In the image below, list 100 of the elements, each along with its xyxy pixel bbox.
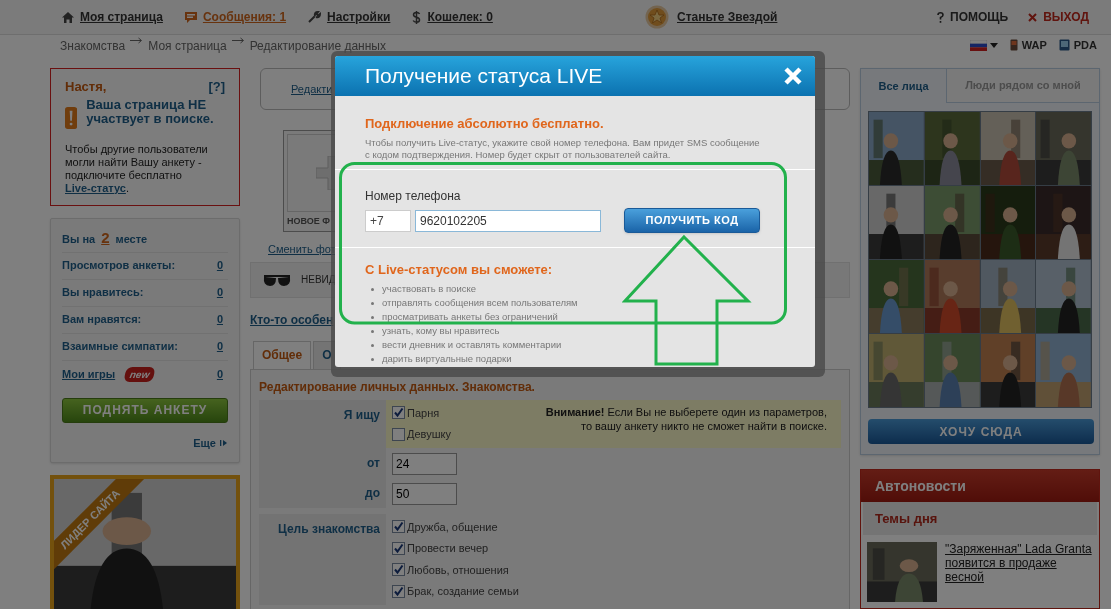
help-link[interactable]: [?] bbox=[208, 77, 225, 97]
option-label: Парня bbox=[407, 405, 440, 421]
special-link[interactable]: Кто-то особен bbox=[250, 310, 334, 329]
checkbox[interactable] bbox=[392, 541, 405, 555]
bullet-icon bbox=[371, 358, 374, 361]
home-icon bbox=[62, 11, 74, 23]
tab[interactable]: Все лица bbox=[861, 69, 946, 103]
feature-item: узнать, кому вы нравитесь bbox=[382, 324, 500, 339]
arrow-icon bbox=[130, 37, 144, 44]
breadcrumb-link[interactable]: Редактирование данных bbox=[249, 37, 386, 55]
news-subtitle: Темы дня bbox=[875, 509, 938, 528]
help-icon bbox=[937, 11, 944, 23]
stat-label: Просмотров анкеты: bbox=[62, 258, 176, 274]
nav-link[interactable]: Сообщения: 1 bbox=[202, 8, 287, 26]
alert-headline: Ваша страница НЕ участвует в поиске. bbox=[86, 97, 215, 128]
checkbox[interactable] bbox=[392, 427, 405, 441]
nav-link[interactable]: Кошелек: 0 bbox=[427, 8, 493, 26]
breadcrumb-link[interactable]: Моя страница bbox=[148, 37, 227, 55]
phone-field[interactable]: 9620102205 bbox=[415, 209, 601, 232]
dollar-icon bbox=[412, 10, 422, 24]
feature-item: просматривать анкеты без ограничений bbox=[382, 310, 558, 325]
place-link[interactable]: 2 bbox=[101, 226, 110, 249]
news-title: Автоновости bbox=[875, 476, 966, 496]
rating-text: месте bbox=[115, 231, 148, 247]
form-heading: Редактирование личных данных. Знакомства. bbox=[259, 378, 536, 396]
live-status-link[interactable]: Live-статус bbox=[65, 181, 126, 194]
change-photo-link[interactable]: Сменить фот bbox=[268, 241, 336, 258]
photo-caption: НОВОЕ Ф bbox=[287, 214, 330, 228]
nav-link[interactable]: Моя страница bbox=[80, 8, 163, 26]
stat-label: Взаимные симпатии: bbox=[62, 339, 178, 355]
more-icon bbox=[220, 438, 228, 447]
features-title: С Live-статусом вы сможете: bbox=[365, 261, 554, 279]
stat-value[interactable]: 0 bbox=[216, 311, 223, 328]
stat-value[interactable]: 0 bbox=[216, 257, 223, 274]
checkbox[interactable] bbox=[392, 520, 405, 534]
star-link[interactable]: Станьте Звездой bbox=[677, 8, 778, 26]
feature-item: вести дневник и оставлять комментарии bbox=[382, 338, 562, 353]
field-label: от bbox=[367, 455, 380, 470]
age-field[interactable]: 50 bbox=[392, 482, 457, 505]
bullet-icon bbox=[371, 344, 374, 347]
modal-intro: Чтобы получить Live-статус, укажите свой номер телефона. Вам придет SMS сообщение с кодом подтверждения. Номер будет скрыт от пользователей сайта. bbox=[365, 136, 761, 161]
more-link[interactable]: Еще bbox=[193, 434, 216, 451]
close-icon[interactable] bbox=[783, 66, 803, 86]
edit-link[interactable]: Редакти bbox=[291, 80, 333, 98]
bullet-icon bbox=[371, 316, 374, 319]
join-button[interactable]: ХОЧУ СЮДА bbox=[868, 419, 1094, 444]
message-icon bbox=[184, 11, 197, 23]
wrench-icon bbox=[308, 11, 322, 23]
option-label: Девушку bbox=[407, 427, 451, 442]
flag-icon bbox=[969, 39, 987, 51]
caret-icon bbox=[989, 42, 998, 48]
option-label: Брак, создание семьи bbox=[407, 584, 519, 599]
stat-link[interactable]: Мои игры bbox=[62, 365, 116, 383]
version-link[interactable]: WAP bbox=[1021, 37, 1047, 54]
star-icon bbox=[645, 5, 669, 29]
phone-label: Номер телефона bbox=[365, 188, 462, 205]
breadcrumb-link[interactable]: Знакомства bbox=[60, 37, 126, 55]
arrow-icon bbox=[231, 37, 245, 44]
stat-value[interactable]: 0 bbox=[216, 284, 223, 301]
stat-label: Вы нравитесь: bbox=[62, 285, 144, 301]
bullet-icon bbox=[371, 288, 374, 291]
alert-text: Чтобы другие пользователи могли найти Вашу анкету - подключите бесплатно Live-статус. bbox=[65, 142, 209, 195]
nav-link[interactable]: Настройки bbox=[327, 8, 391, 26]
checkbox[interactable] bbox=[392, 584, 405, 598]
modal-headline: Подключение абсолютно бесплатно. bbox=[365, 115, 605, 133]
invisible-label: НЕВИД bbox=[301, 273, 336, 287]
glasses-icon bbox=[263, 273, 291, 286]
option-label: Провести вечер bbox=[407, 541, 489, 556]
phone-icon bbox=[1009, 39, 1018, 52]
logout-link[interactable]: ВЫХОД bbox=[1043, 8, 1089, 26]
warning-note: Внимание! Если Вы не выберете один из параметров, то вашу анкету никто не сможет найти в поиске. bbox=[544, 404, 828, 434]
feature-item: дарить виртуальные подарки bbox=[382, 352, 512, 367]
version-link[interactable]: PDA bbox=[1073, 37, 1097, 54]
checkbox[interactable] bbox=[392, 406, 405, 420]
help-link[interactable]: ПОМОЩЬ bbox=[950, 8, 1009, 26]
age-field[interactable]: 24 bbox=[392, 452, 457, 475]
get-code-button[interactable]: ПОЛУЧИТЬ КОД bbox=[624, 208, 760, 233]
option-label: Любовь, отношения bbox=[407, 562, 509, 578]
stat-value[interactable]: 0 bbox=[216, 338, 223, 355]
checkbox[interactable] bbox=[392, 563, 405, 577]
greeting: Настя, bbox=[65, 78, 107, 96]
country-code-field[interactable]: +7 bbox=[365, 209, 411, 232]
modal-title: Получение статуса LIVE bbox=[365, 63, 603, 90]
field-label: Цель знакомства bbox=[278, 521, 380, 536]
bullet-icon bbox=[371, 302, 374, 305]
close-icon bbox=[1028, 12, 1038, 22]
stat-label: Вам нравятся: bbox=[62, 312, 142, 328]
field-label: Я ищу bbox=[343, 407, 380, 422]
pda-icon bbox=[1058, 39, 1070, 52]
news-link[interactable]: "Заряженная" Lada Granta появится в продаже весной bbox=[945, 542, 1093, 602]
stat-value[interactable]: 0 bbox=[216, 365, 223, 383]
raise-button[interactable]: ПОДНЯТЬ АНКЕТУ bbox=[62, 397, 228, 423]
rating-text: Вы на bbox=[62, 231, 96, 247]
feature-item: участвовать в поиске bbox=[382, 282, 476, 297]
tab[interactable]: Общее bbox=[253, 340, 312, 369]
feature-item: отправлять сообщения всем пользователям bbox=[382, 296, 578, 311]
field-label: до bbox=[365, 485, 380, 500]
new-badge: new bbox=[123, 366, 157, 382]
option-label: Дружба, общение bbox=[407, 519, 498, 535]
bullet-icon bbox=[371, 330, 374, 333]
